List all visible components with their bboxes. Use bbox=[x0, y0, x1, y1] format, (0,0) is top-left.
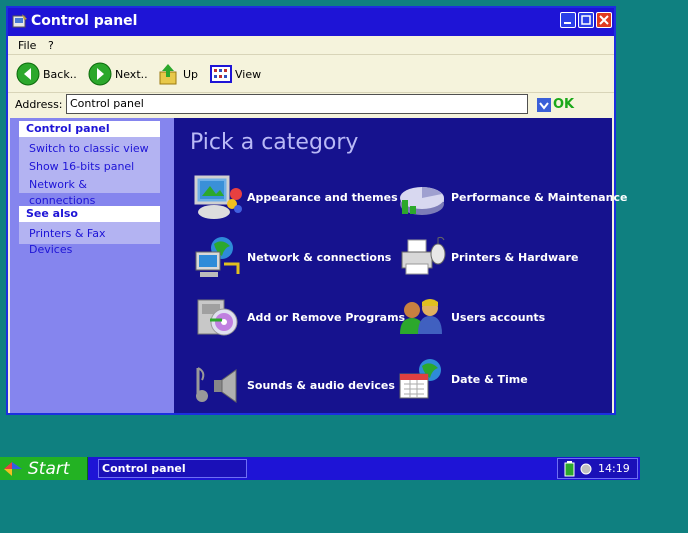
category-label: Performance & Maintenance bbox=[451, 190, 628, 204]
sidebar: Control panel Switch to classic view Sho… bbox=[10, 118, 174, 413]
maximize-button[interactable] bbox=[578, 12, 594, 28]
category-label: Add or Remove Programs bbox=[247, 310, 406, 324]
back-arrow-icon bbox=[16, 62, 40, 86]
address-bar: Address: Control panel OK bbox=[8, 92, 614, 118]
control-panel-window: Control panel File ? Back.. Next.. Up Vi bbox=[6, 6, 627, 415]
printers-fax-link[interactable]: Printers & Fax Devices bbox=[19, 225, 160, 256]
users-icon bbox=[400, 299, 442, 334]
category-label: Printers & Hardware bbox=[451, 250, 579, 264]
start-label: Start bbox=[28, 458, 70, 479]
chevron-down-icon bbox=[537, 97, 551, 112]
category-label: Appearance and themes bbox=[247, 190, 398, 204]
view-button[interactable]: View bbox=[210, 62, 261, 86]
start-button[interactable]: Start bbox=[0, 457, 88, 480]
category-programs[interactable]: Add or Remove Programs bbox=[192, 294, 405, 340]
performance-icon bbox=[400, 187, 444, 215]
window-title: Control panel bbox=[31, 13, 138, 29]
menu-help[interactable]: ? bbox=[48, 39, 54, 52]
datetime-icon bbox=[399, 359, 441, 399]
panel-title: Control panel bbox=[19, 121, 160, 137]
show-16bit-panel-link[interactable]: Show 16-bits panel bbox=[19, 158, 160, 176]
next-arrow-icon bbox=[88, 62, 112, 86]
toolbar: Back.. Next.. Up View bbox=[8, 54, 614, 93]
network-connections-link[interactable]: Network & connections bbox=[19, 176, 160, 207]
category-pane: Pick a category Appearance and themes Pe… bbox=[174, 118, 627, 413]
clock[interactable]: 14:19 bbox=[598, 462, 630, 475]
up-button[interactable]: Up bbox=[158, 62, 198, 86]
address-label: Address: bbox=[15, 98, 63, 111]
up-label: Up bbox=[183, 67, 199, 81]
menu-file[interactable]: File bbox=[18, 39, 36, 52]
battery-icon[interactable] bbox=[564, 460, 576, 477]
programs-icon bbox=[197, 299, 238, 336]
close-icon bbox=[599, 15, 609, 25]
folder-up-icon bbox=[159, 64, 177, 85]
printer-icon bbox=[401, 236, 446, 275]
category-datetime[interactable]: Date & Time bbox=[396, 356, 528, 402]
volume-icon[interactable] bbox=[580, 462, 592, 476]
category-label: Users accounts bbox=[451, 310, 546, 324]
page-title: Pick a category bbox=[190, 130, 359, 155]
go-button[interactable]: OK bbox=[537, 97, 574, 112]
back-label: Back.. bbox=[43, 67, 77, 81]
category-label: Date & Time bbox=[451, 372, 528, 386]
category-users[interactable]: Users accounts bbox=[396, 294, 545, 340]
category-sounds[interactable]: Sounds & audio devices bbox=[192, 362, 395, 408]
sound-icon bbox=[196, 367, 237, 403]
panel-title: See also bbox=[19, 206, 160, 222]
system-tray: 14:19 bbox=[557, 458, 638, 479]
back-button[interactable]: Back.. bbox=[16, 62, 77, 86]
minimize-icon bbox=[564, 22, 571, 24]
go-label: OK bbox=[553, 97, 575, 112]
next-label: Next.. bbox=[115, 67, 148, 81]
category-appearance[interactable]: Appearance and themes bbox=[192, 174, 398, 220]
control-panel-icon bbox=[12, 14, 27, 28]
taskbar-item-control-panel[interactable]: Control panel bbox=[98, 459, 247, 478]
category-label: Network & connections bbox=[247, 250, 392, 264]
taskbar: Start Control panel 14:19 bbox=[0, 457, 640, 480]
switch-classic-view-link[interactable]: Switch to classic view bbox=[19, 140, 160, 158]
address-input[interactable]: Control panel bbox=[66, 94, 528, 114]
control-panel-tasks: Control panel Switch to classic view Sho… bbox=[19, 121, 160, 207]
view-icon bbox=[210, 65, 232, 83]
category-network[interactable]: Network & connections bbox=[192, 234, 391, 280]
network-icon bbox=[195, 237, 240, 277]
view-label: View bbox=[235, 67, 262, 81]
category-printers[interactable]: Printers & Hardware bbox=[396, 234, 578, 280]
appearance-icon bbox=[194, 175, 242, 219]
maximize-icon bbox=[581, 15, 591, 25]
next-button[interactable]: Next.. bbox=[88, 62, 148, 86]
title-bar[interactable]: Control panel bbox=[8, 8, 614, 36]
see-also-panel: See also Printers & Fax Devices bbox=[19, 206, 160, 256]
minimize-button[interactable] bbox=[560, 12, 576, 28]
menu-bar: File ? bbox=[8, 36, 614, 55]
close-button[interactable] bbox=[596, 12, 612, 28]
category-label: Sounds & audio devices bbox=[247, 378, 395, 392]
category-performance[interactable]: Performance & Maintenance bbox=[396, 174, 627, 220]
windows-logo-icon bbox=[4, 461, 22, 476]
